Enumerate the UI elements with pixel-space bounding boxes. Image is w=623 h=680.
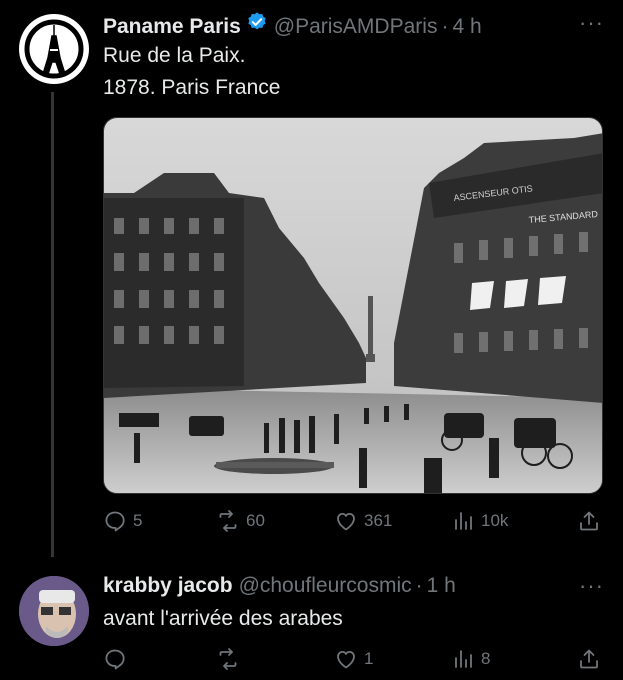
heart-icon [337, 513, 355, 531]
views-button[interactable]: 8 [451, 644, 490, 674]
share-icon [580, 649, 598, 669]
views-chart-icon [455, 512, 472, 530]
more-options-button[interactable]: ··· [579, 10, 604, 36]
avatar[interactable] [19, 14, 89, 84]
avatar[interactable] [19, 576, 89, 646]
reply-button[interactable]: 5 [103, 506, 142, 536]
repost-icon [219, 510, 237, 532]
repost-button[interactable]: 60 [216, 506, 265, 536]
tweet-2[interactable]: krabby jacob @choufleurcosmic · 1 h ··· … [0, 560, 623, 680]
views-count: 8 [481, 649, 491, 668]
author-handle[interactable]: @ParisAMDParis [274, 15, 438, 39]
tweet-actions: 5 60 361 10k [103, 506, 603, 536]
reply-count: 5 [133, 511, 143, 530]
like-count: 361 [364, 511, 393, 530]
reply-button[interactable] [103, 644, 127, 674]
tweet-photo[interactable]: ASCENSEUR OTIS THE STANDARD [103, 117, 603, 494]
reply-icon [105, 649, 125, 670]
tweet-1[interactable]: Paname Paris @ParisAMDParis · 4 h ··· Ru… [0, 0, 623, 560]
tweet-header: krabby jacob @choufleurcosmic · 1 h [103, 574, 456, 598]
tweet-header: Paname Paris @ParisAMDParis · 4 h [103, 11, 482, 39]
share-button[interactable] [577, 506, 601, 536]
like-count: 1 [364, 649, 374, 668]
tweet-actions: 1 8 [103, 644, 603, 674]
views-count: 10k [481, 511, 509, 530]
tweet-text-line-1: avant l'arrivée des arabes [103, 607, 343, 630]
repost-icon [219, 648, 237, 670]
heart-icon [337, 651, 355, 669]
verified-badge-icon [248, 12, 266, 30]
views-chart-icon [455, 650, 472, 668]
views-button[interactable]: 10k [451, 506, 508, 536]
tweet-text-line-1: Rue de la Paix. [103, 44, 246, 67]
profile-photo [19, 576, 89, 646]
thread-line [51, 92, 54, 557]
timestamp[interactable]: 4 h [452, 15, 481, 39]
author-handle[interactable]: @choufleurcosmic [239, 574, 412, 598]
timestamp[interactable]: 1 h [427, 574, 456, 598]
tweet-text-line-2: 1878. Paris France [103, 76, 281, 99]
historic-street-photo: ASCENSEUR OTIS THE STANDARD [104, 118, 602, 493]
more-options-button[interactable]: ··· [579, 573, 604, 599]
separator-dot: · [441, 15, 449, 38]
share-button[interactable] [577, 644, 601, 674]
eiffel-tower-peace-icon [21, 16, 87, 82]
repost-button[interactable] [216, 644, 240, 674]
repost-count: 60 [246, 511, 265, 530]
like-button[interactable]: 361 [334, 506, 392, 536]
reply-icon [105, 511, 125, 532]
share-icon [580, 511, 598, 531]
like-button[interactable]: 1 [334, 644, 373, 674]
author-name[interactable]: krabby jacob [103, 574, 233, 598]
author-name[interactable]: Paname Paris [103, 15, 241, 39]
separator-dot: · [415, 574, 423, 597]
